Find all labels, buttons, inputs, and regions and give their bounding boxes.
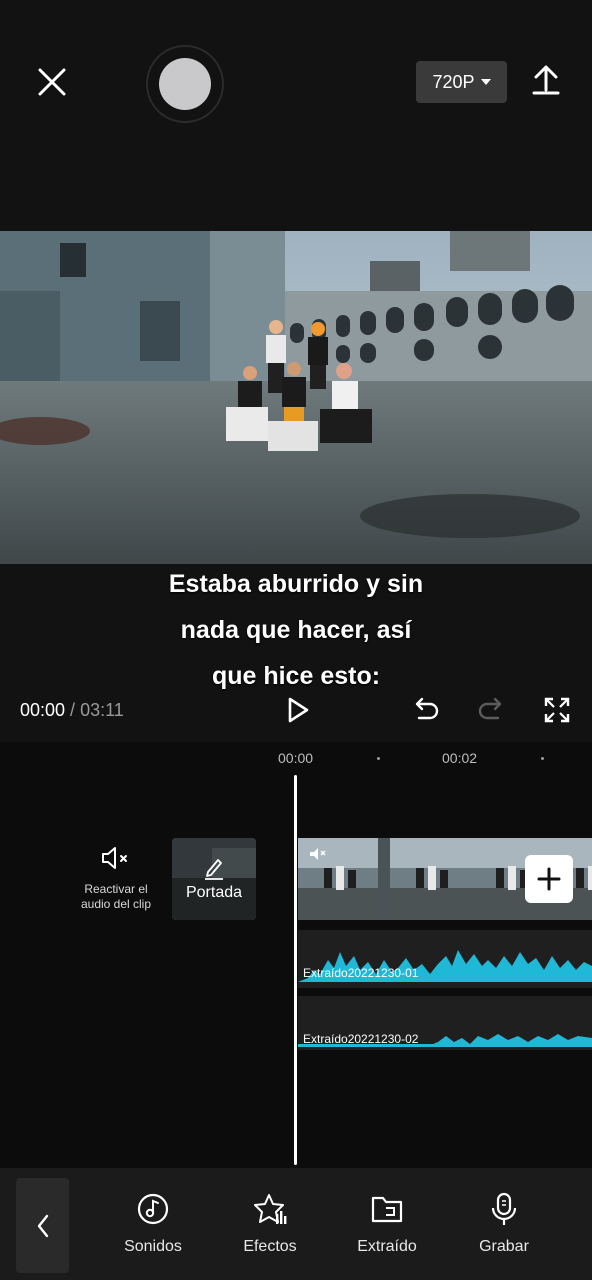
ruler-tick: [541, 757, 544, 760]
subtitle-line-1: Estaba aburrido y sin: [168, 570, 424, 598]
tool-label: Efectos: [243, 1238, 297, 1255]
play-button[interactable]: [281, 694, 313, 726]
tool-label: Sonidos: [124, 1238, 182, 1255]
pencil-icon: [205, 859, 223, 880]
unmute-label-line1: Reactivar el: [84, 882, 148, 896]
unmute-clip-audio-button[interactable]: Reactivar el audio del clip: [70, 845, 162, 912]
speaker-muted-icon: [102, 847, 127, 869]
total-time: 03:11: [80, 700, 124, 720]
tool-effects[interactable]: Efectos: [225, 1190, 315, 1256]
audio-track[interactable]: Extraído20221230-01: [298, 930, 592, 988]
video-preview[interactable]: [0, 231, 592, 564]
redo-icon: [478, 697, 502, 720]
play-icon: [288, 697, 309, 723]
extracted-folder-icon: [371, 1196, 403, 1223]
time-separator: /: [65, 700, 81, 720]
tool-sounds[interactable]: Sonidos: [108, 1190, 198, 1256]
tool-record[interactable]: Grabar: [459, 1190, 549, 1256]
playhead[interactable]: [294, 775, 297, 1165]
audio-track[interactable]: Extraído20221230-02: [298, 996, 592, 1050]
ruler-tick: [377, 757, 380, 760]
plus-icon: [537, 867, 561, 891]
back-button[interactable]: [16, 1178, 69, 1273]
undo-icon: [415, 697, 439, 720]
current-time: 00:00: [20, 700, 66, 720]
music-disc-icon: [137, 1193, 169, 1225]
tool-label: Extraído: [357, 1238, 417, 1255]
subtitle-line-2: nada que hacer, así: [180, 616, 412, 644]
resolution-dropdown[interactable]: 720P: [416, 61, 507, 103]
video-frame-image: [0, 231, 592, 564]
fullscreen-icon: [544, 697, 570, 723]
cover-label: Portada: [185, 884, 243, 901]
audio-track-label: Extraído20221230-02: [303, 1032, 419, 1046]
star-effects-icon: [254, 1194, 287, 1224]
add-clip-button[interactable]: [525, 855, 573, 903]
resolution-value: 720P: [432, 71, 475, 92]
caret-down-icon: [480, 79, 491, 85]
tool-label: Grabar: [479, 1238, 529, 1255]
cover-button[interactable]: Portada: [172, 838, 256, 920]
time-readout: 00:00 / 03:11: [20, 700, 124, 721]
redo-button[interactable]: [475, 694, 507, 726]
upload-icon: [532, 65, 560, 95]
microphone-icon: [491, 1192, 517, 1225]
unmute-label-line2: audio del clip: [80, 897, 152, 911]
record-dot: [159, 58, 211, 110]
subtitle-line-3: que hice esto:: [211, 662, 381, 690]
undo-button[interactable]: [410, 694, 442, 726]
close-icon: [38, 68, 66, 96]
export-button[interactable]: [528, 60, 564, 100]
ruler-label: 00:00: [278, 750, 314, 766]
chevron-left-icon: [37, 1214, 48, 1237]
tool-extracted[interactable]: Extraído: [342, 1190, 432, 1256]
ruler-label: 00:02: [442, 750, 478, 766]
close-button[interactable]: [32, 62, 72, 102]
audio-track-label: Extraído20221230-01: [303, 966, 419, 980]
record-button[interactable]: [146, 45, 224, 123]
fullscreen-button[interactable]: [541, 694, 573, 726]
